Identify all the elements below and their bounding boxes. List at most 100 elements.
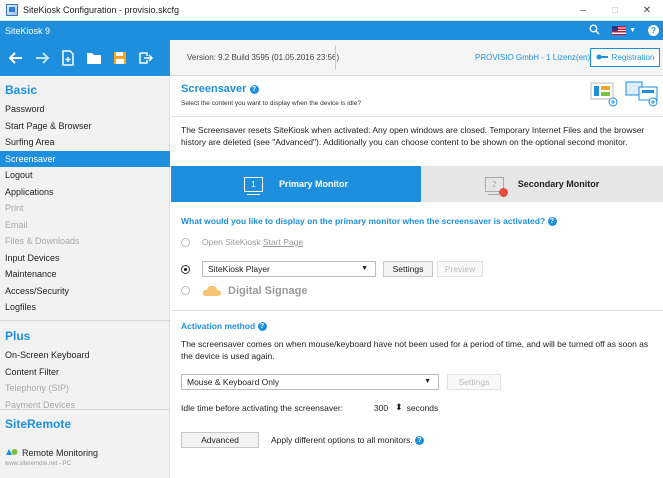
sidebar-item-files-downloads[interactable]: Files & Downloads <box>0 233 170 249</box>
sidebar-item-payment-devices[interactable]: Payment Devices <box>0 397 170 413</box>
toolbar-icon-group <box>0 40 170 76</box>
advanced-button[interactable]: Advanced <box>181 432 259 448</box>
option-digital-signage: Digital Signage <box>181 284 307 297</box>
save-icon[interactable] <box>110 48 130 68</box>
sidebar-item-start-page-browser[interactable]: Start Page & Browser <box>0 118 170 134</box>
sidebar-item-on-screen-keyboard[interactable]: On-Screen Keyboard <box>0 347 170 363</box>
help-icon[interactable]: ? <box>414 436 424 446</box>
activation-description: The screensaver comes on when mouse/keyb… <box>181 339 649 361</box>
monitor-icon: 1 <box>243 176 263 195</box>
help-icon[interactable]: ? <box>547 217 557 227</box>
registration-label: Registration <box>611 53 655 62</box>
start-page-link[interactable]: Start Page <box>263 237 303 247</box>
preview-button[interactable]: Preview <box>437 261 483 277</box>
sidebar-divider <box>0 409 170 410</box>
window-titlebar: SiteKiosk Configuration - provisio.skcfg… <box>0 0 663 21</box>
screensaver-description: The Screensaver resets SiteKiosk when ac… <box>181 125 645 147</box>
app-name: SiteKiosk 9 <box>5 25 51 36</box>
tab-label: Secondary Monitor <box>517 179 600 189</box>
toolbar: Version: 9.2 Build 3595 (01.05.2016 23:5… <box>0 40 663 76</box>
activation-select[interactable]: Mouse & Keyboard Only ▼ <box>181 374 439 390</box>
sitekiosk-app-icon <box>6 4 18 16</box>
sidebar-item-applications[interactable]: Applications <box>0 184 170 200</box>
chevron-down-icon[interactable]: ▼ <box>629 27 636 34</box>
monitor-disabled-icon: 2 <box>484 176 508 197</box>
help-icon[interactable]: ? <box>257 322 267 332</box>
sidebar-item-input-devices[interactable]: Input Devices <box>0 250 170 266</box>
player-settings-button[interactable]: Settings <box>383 261 433 277</box>
advanced-description: Apply different options to all monitors.… <box>271 435 424 446</box>
idle-time-unit: seconds <box>406 402 439 413</box>
header-illustrations <box>589 81 659 109</box>
sidebar: Basic Password Start Page & Browser Surfin… <box>0 77 170 478</box>
sidebar-item-telephony-sip[interactable]: Telephony (SIP) <box>0 380 170 396</box>
single-monitor-icon <box>589 81 619 109</box>
new-file-icon[interactable] <box>58 48 78 68</box>
registration-button[interactable]: Registration <box>590 48 660 67</box>
main-content: Screensaver ? Select the content you wan… <box>171 77 663 478</box>
dual-monitor-icon <box>625 81 659 109</box>
page-title-text: Screensaver <box>181 83 247 95</box>
sidebar-item-maintenance[interactable]: Maintenance <box>0 266 170 282</box>
option-start-page-label: Open SiteKiosk Start Page <box>202 237 304 247</box>
chevron-down-icon: ▼ <box>361 265 368 272</box>
tab-secondary-monitor[interactable]: 2 Secondary Monitor <box>421 166 663 202</box>
chevron-down-icon: ▼ <box>424 378 431 385</box>
help-icon[interactable]: ? <box>648 25 659 36</box>
sidebar-item-password[interactable]: Password <box>0 101 170 117</box>
sidebar-section-siteremote: SiteRemote <box>5 417 72 431</box>
sidebar-section-plus: Plus <box>5 329 31 343</box>
sidebar-item-email[interactable]: Email <box>0 217 170 233</box>
maximize-button[interactable]: □ <box>599 0 631 21</box>
section-divider <box>171 310 663 311</box>
license-info[interactable]: PROVISIO GmbH - 1 Lizenz(en) <box>475 53 590 62</box>
content-question: What would you like to display on the pr… <box>181 216 557 227</box>
tab-label: Primary Monitor <box>278 179 348 189</box>
remote-monitoring-label: Remote Monitoring <box>22 447 99 458</box>
radio-start-page[interactable] <box>181 237 190 247</box>
appbar-actions: ▼ ? <box>589 21 659 40</box>
remote-monitoring-subtext: www.siteremote.net - PC <box>5 461 72 467</box>
radio-digital-signage[interactable] <box>181 286 190 295</box>
activation-settings-button[interactable]: Settings <box>447 374 501 390</box>
sidebar-item-access-security[interactable]: Access/Security <box>0 283 170 299</box>
sidebar-item-remote-monitoring[interactable]: Remote Monitoring <box>5 447 98 458</box>
page-title: Screensaver ? <box>181 83 259 95</box>
help-icon[interactable]: ? <box>249 84 259 94</box>
sidebar-item-screensaver[interactable]: Screensaver <box>0 150 170 167</box>
us-flag-icon[interactable] <box>612 26 627 35</box>
activation-row: Mouse & Keyboard Only ▼ Settings <box>181 374 501 390</box>
player-select[interactable]: SiteKiosk Player ▼ <box>202 261 376 277</box>
search-icon[interactable] <box>589 24 600 37</box>
page-header: Screensaver ? Select the content you wan… <box>171 77 663 117</box>
page-subtitle: Select the content you want to display w… <box>181 100 361 107</box>
toolbar-divider <box>335 46 336 70</box>
sidebar-item-print[interactable]: Print <box>0 200 170 216</box>
forward-icon[interactable] <box>32 48 52 68</box>
sidebar-item-surfing-area[interactable]: Surfing Area <box>0 134 170 150</box>
idle-time-input[interactable]: 300 <box>347 400 394 415</box>
spinner-icon[interactable]: ⬍ <box>395 402 403 413</box>
idle-time-row: Idle time before activating the screensa… <box>181 400 438 415</box>
close-button[interactable]: ✕ <box>631 0 663 21</box>
digital-signage-cloud-icon <box>202 284 222 297</box>
minimize-button[interactable]: – <box>567 0 599 21</box>
option-start-page: Open SiteKiosk Start Page <box>181 237 303 247</box>
sidebar-item-logout[interactable]: Logout <box>0 167 170 183</box>
radio-sitekiosk-player[interactable] <box>181 264 190 274</box>
sidebar-item-logfiles[interactable]: Logfiles <box>0 299 170 315</box>
idle-time-label: Idle time before activating the screensa… <box>181 402 344 413</box>
back-icon[interactable] <box>6 48 26 68</box>
window-controls: – □ ✕ <box>567 0 663 21</box>
key-icon <box>596 53 608 63</box>
remote-monitoring-icon <box>5 447 18 458</box>
open-folder-icon[interactable] <box>84 48 104 68</box>
app-header-bar: SiteKiosk 9 ▼ ? <box>0 21 663 40</box>
activation-method-title: Activation method ? <box>181 321 267 332</box>
sidebar-item-content-filter[interactable]: Content Filter <box>0 364 170 380</box>
tab-primary-monitor[interactable]: 1 Primary Monitor <box>171 166 421 202</box>
option-sitekiosk-player: SiteKiosk Player ▼ Settings Preview <box>181 261 483 277</box>
export-icon[interactable] <box>136 48 156 68</box>
digital-signage-label: Digital Signage <box>228 284 308 297</box>
advanced-row: Advanced Apply different options to all … <box>181 432 424 448</box>
